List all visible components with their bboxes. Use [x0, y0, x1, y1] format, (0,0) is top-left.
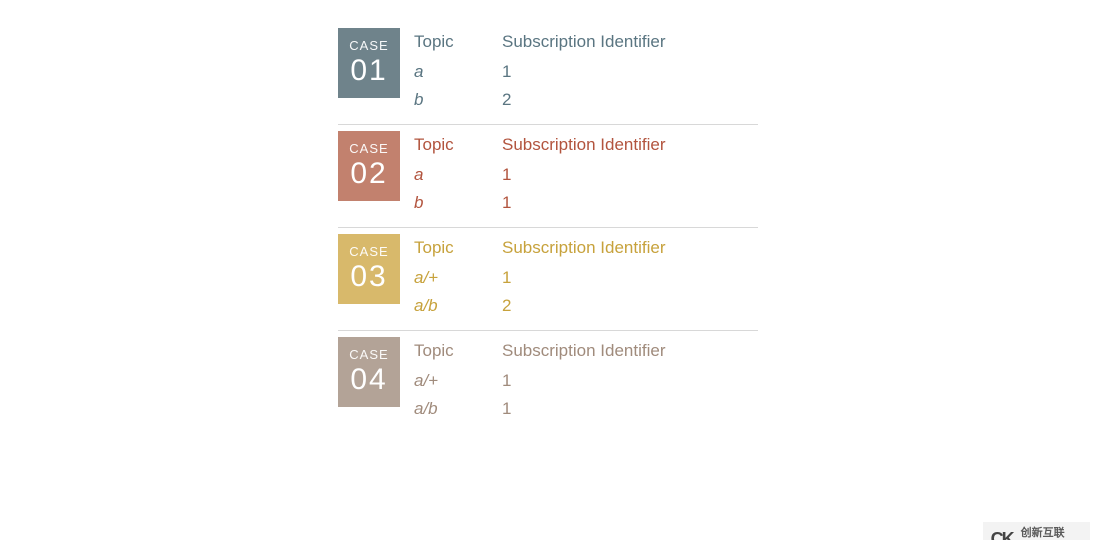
table-row: b 1 — [414, 189, 758, 217]
watermark-logo-icon: CK — [987, 524, 1017, 540]
case-badge: CASE 01 — [338, 28, 400, 98]
case-table: Topic Subscription Identifier a 1 b 1 — [414, 131, 758, 217]
case-badge-number: 03 — [350, 261, 387, 293]
header-topic: Topic — [414, 32, 482, 52]
case-badge-number: 04 — [350, 364, 387, 396]
cell-sub: 1 — [502, 399, 758, 419]
cell-topic: a/b — [414, 399, 482, 419]
table-row: a/b 2 — [414, 292, 758, 320]
cell-sub: 1 — [502, 371, 758, 391]
case-row: CASE 03 Topic Subscription Identifier a/… — [338, 228, 758, 331]
cases-container: CASE 01 Topic Subscription Identifier a … — [338, 22, 758, 423]
cell-topic: b — [414, 193, 482, 213]
case-badge-label: CASE — [349, 245, 388, 259]
cell-sub: 1 — [502, 165, 758, 185]
case-row: CASE 04 Topic Subscription Identifier a/… — [338, 331, 758, 423]
table-row: b 2 — [414, 86, 758, 114]
cell-topic: a — [414, 165, 482, 185]
cell-topic: a/b — [414, 296, 482, 316]
cell-sub: 2 — [502, 90, 758, 110]
header-topic: Topic — [414, 238, 482, 258]
case-badge-label: CASE — [349, 348, 388, 362]
case-badge: CASE 02 — [338, 131, 400, 201]
cell-sub: 1 — [502, 193, 758, 213]
watermark: CK 创新互联 CXHLWM COMPANY — [983, 522, 1090, 540]
table-row: a 1 — [414, 58, 758, 86]
case-badge: CASE 03 — [338, 234, 400, 304]
watermark-text: 创新互联 CXHLWM COMPANY — [1021, 528, 1084, 540]
case-badge-label: CASE — [349, 39, 388, 53]
case-row: CASE 01 Topic Subscription Identifier a … — [338, 22, 758, 125]
table-header: Topic Subscription Identifier — [414, 234, 758, 264]
cell-sub: 1 — [502, 268, 758, 288]
cell-topic: b — [414, 90, 482, 110]
cell-topic: a — [414, 62, 482, 82]
cell-topic: a/+ — [414, 268, 482, 288]
header-topic: Topic — [414, 135, 482, 155]
case-badge-number: 02 — [350, 158, 387, 190]
table-row: a/+ 1 — [414, 264, 758, 292]
case-badge: CASE 04 — [338, 337, 400, 407]
table-row: a 1 — [414, 161, 758, 189]
case-badge-number: 01 — [350, 55, 387, 87]
case-table: Topic Subscription Identifier a/+ 1 a/b … — [414, 234, 758, 320]
header-sub: Subscription Identifier — [502, 341, 758, 361]
watermark-cn: 创新互联 — [1021, 528, 1084, 539]
cell-sub: 1 — [502, 62, 758, 82]
table-header: Topic Subscription Identifier — [414, 131, 758, 161]
table-row: a/b 1 — [414, 395, 758, 423]
header-sub: Subscription Identifier — [502, 238, 758, 258]
case-row: CASE 02 Topic Subscription Identifier a … — [338, 125, 758, 228]
header-sub: Subscription Identifier — [502, 32, 758, 52]
case-table: Topic Subscription Identifier a/+ 1 a/b … — [414, 337, 758, 423]
case-table: Topic Subscription Identifier a 1 b 2 — [414, 28, 758, 114]
case-badge-label: CASE — [349, 142, 388, 156]
table-header: Topic Subscription Identifier — [414, 28, 758, 58]
table-header: Topic Subscription Identifier — [414, 337, 758, 367]
cell-topic: a/+ — [414, 371, 482, 391]
table-row: a/+ 1 — [414, 367, 758, 395]
cell-sub: 2 — [502, 296, 758, 316]
header-sub: Subscription Identifier — [502, 135, 758, 155]
header-topic: Topic — [414, 341, 482, 361]
